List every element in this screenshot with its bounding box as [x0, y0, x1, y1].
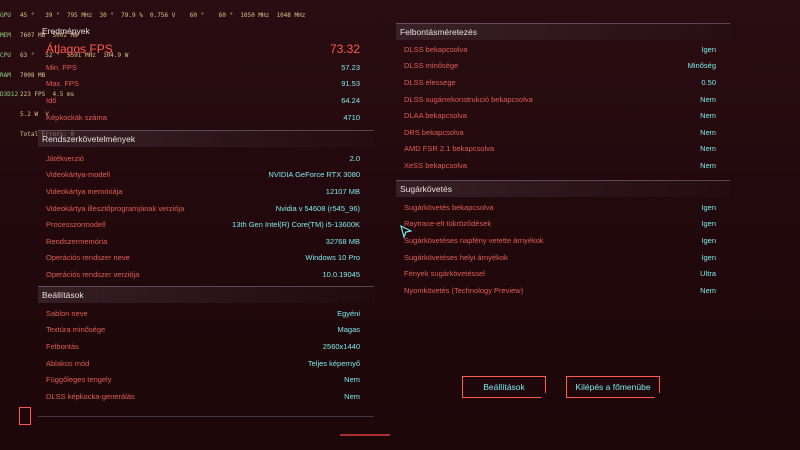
system-row: Processzormodell 13th Gen Intel(R) Core(T… — [46, 220, 360, 230]
right-panel: Felbontásméretezés DLSS bekapcsolva Igen … — [396, 23, 730, 313]
upscaling-title: Felbontásméretezés — [396, 23, 730, 40]
overlay-row: GPU 45 ° 39 ° 795 MHz 30 ° 79.9 % 0.756 V… — [0, 12, 306, 20]
settings-section: Beállítások Sablon neve Egyéni Textúra mi… — [38, 286, 374, 405]
raytracing-row: Sugárkövetéses napfény vetette árnyékok I… — [404, 235, 716, 245]
corner-badge — [19, 407, 31, 425]
average-fps-row: Átlagos FPS 73.32 — [38, 39, 374, 59]
panel-bottom-divider — [38, 416, 374, 417]
raytracing-row: Nyomkövetés (Technology Preview) Nem — [404, 285, 716, 295]
upscaling-row: XeSS bekapcsolva Nem — [404, 160, 716, 170]
system-row: Játékverzió 2.0 — [46, 153, 360, 163]
result-row-min-fps: Min. FPS 57.23 — [46, 62, 360, 72]
average-fps-value: 73.32 — [329, 42, 360, 56]
upscaling-row: DLSS bekapcsolva Igen — [404, 44, 716, 54]
upscaling-row: DLSS élessége 0.50 — [404, 77, 716, 87]
settings-row: Felbontás 2560x1440 — [46, 341, 360, 351]
exit-to-main-menu-button[interactable]: Kilépés a főmenübe — [566, 376, 660, 398]
raytracing-row: Fények sugárkövetéssel Ultra — [404, 269, 716, 279]
system-title: Rendszerkövetelmények — [38, 130, 374, 147]
system-row: Operációs rendszer neve Windows 10 Pro — [46, 253, 360, 263]
upscaling-row: AMD FSR 2.1 bekapcsolva Nem — [404, 144, 716, 154]
settings-title: Beállítások — [38, 286, 374, 303]
system-row: Videokártya illesztőprogramjának verziój… — [46, 203, 360, 213]
raytracing-row: Sugárkövetés bekapcsolva Igen — [404, 202, 716, 212]
cursor-icon — [400, 225, 412, 239]
raytracing-section: Sugárkövetés Sugárkövetés bekapcsolva Ige… — [396, 180, 730, 299]
upscaling-row: DLSS sugárrekonstrukció bekapcsolva Nem — [404, 94, 716, 104]
raytracing-row: Raytrace-elt tükröződések Igen — [404, 219, 716, 229]
system-section: Rendszerkövetelmények Játékverzió 2.0 Vid… — [38, 130, 374, 283]
settings-row: Függőleges tengely Nem — [46, 375, 360, 385]
average-fps-label: Átlagos FPS — [46, 42, 113, 56]
left-panel: Eredmények Átlagos FPS 73.32 Min. FPS 57.… — [38, 23, 374, 423]
system-row: Videokártya-modell NVIDIA GeForce RTX 308… — [46, 170, 360, 180]
result-row-time: Idő 64.24 — [46, 95, 360, 105]
settings-row: Sablon neve Egyéni — [46, 308, 360, 318]
raytracing-title: Sugárkövetés — [396, 180, 730, 197]
upscaling-row: DRS bekapcsolva Nem — [404, 127, 716, 137]
results-title: Eredmények — [42, 26, 90, 36]
results-section: Eredmények Átlagos FPS 73.32 Min. FPS 57.… — [38, 23, 374, 125]
result-row-frames: Képkockák száma 4710 — [46, 112, 360, 122]
raytracing-row: Sugárkövetéses helyi árnyékok Igen — [404, 252, 716, 262]
settings-button[interactable]: Beállítások — [462, 376, 546, 398]
system-row: Rendszermemória 32768 MB — [46, 236, 360, 246]
bottom-decoration — [340, 434, 390, 436]
system-row: Videokártya memóriája 12107 MB — [46, 186, 360, 196]
settings-row: Ablakos mód Teljes képernyő — [46, 358, 360, 368]
system-row: Operációs rendszer verziója 10.0.19045 — [46, 269, 360, 279]
upscaling-section: Felbontásméretezés DLSS bekapcsolva Igen … — [396, 23, 730, 174]
upscaling-row: DLSS minősége Minőség — [404, 61, 716, 71]
result-row-max-fps: Max. FPS 91.53 — [46, 79, 360, 89]
settings-row: DLSS képkocka-generálás Nem — [46, 391, 360, 401]
settings-row: Textúra minősége Magas — [46, 325, 360, 335]
upscaling-row: DLAA bekapcsolva Nem — [404, 111, 716, 121]
